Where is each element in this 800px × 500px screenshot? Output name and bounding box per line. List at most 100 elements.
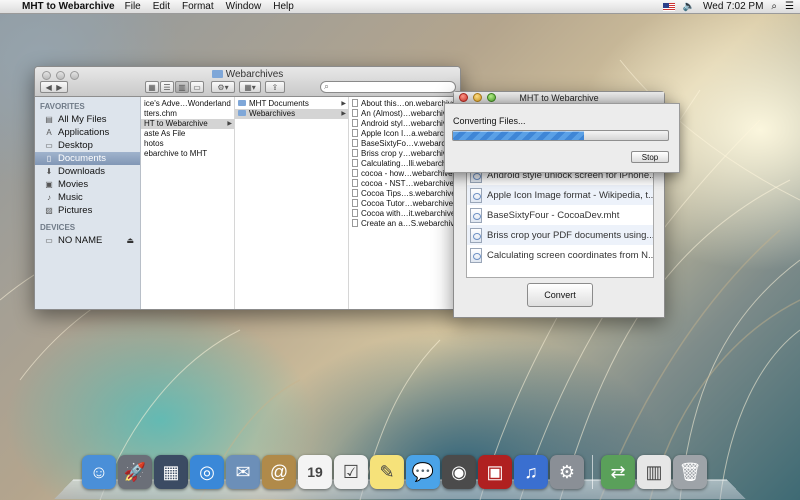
sidebar-item-music[interactable]: ♪ Music xyxy=(35,191,140,204)
dock-mht-to-webarchive-icon[interactable]: ⇄ xyxy=(601,455,635,489)
sidebar-item-no-name[interactable]: ▭ NO NAME ⏏ xyxy=(35,234,140,247)
menu-clock[interactable]: Wed 7:02 PM xyxy=(703,1,763,12)
sidebar-item-applications[interactable]: A Applications xyxy=(35,126,140,139)
table-row[interactable]: Calculating screen coordinates from N... xyxy=(467,245,653,265)
sidebar-item-pictures[interactable]: ▨ Pictures xyxy=(35,204,140,217)
coverflow-view-icon: ▭ xyxy=(193,82,201,92)
applications-icon: A xyxy=(46,128,52,137)
dock-safari-icon[interactable]: ◎ xyxy=(190,455,224,489)
finder-titlebar[interactable]: Webarchives ◀ ▶ ▦ ☰ ▥ ▭ ⚙▾ ▦▾ ⇪ xyxy=(35,67,460,97)
finder-search-input[interactable] xyxy=(320,81,456,93)
list-item[interactable]: cocoa - NST…webarchive xyxy=(349,179,460,189)
dock-launchpad-icon[interactable]: 🚀 xyxy=(118,455,152,489)
gear-icon: ⚙▾ xyxy=(217,82,229,92)
back-arrow-icon[interactable]: ◀ xyxy=(46,83,52,92)
menu-edit[interactable]: Edit xyxy=(153,1,170,12)
devices-header: DEVICES xyxy=(40,223,76,232)
dock-archive-icon[interactable]: ▥ xyxy=(637,455,671,489)
dock-facetime-icon[interactable]: ◉ xyxy=(442,455,476,489)
webarchive-file-icon xyxy=(352,169,358,177)
disclosure-arrow-icon: ▶ xyxy=(227,121,232,127)
list-item[interactable]: aste As File xyxy=(141,129,234,139)
sidebar-item-desktop[interactable]: ▭ Desktop xyxy=(35,139,140,152)
list-item[interactable]: MHT Documents ▶ xyxy=(235,99,348,109)
back-forward-buttons[interactable]: ◀ ▶ xyxy=(40,81,68,93)
finder-column-2: MHT Documents ▶ Webarchives ▶ xyxy=(235,97,349,309)
disclosure-arrow-icon: ▶ xyxy=(341,111,346,117)
column-view-icon: ▥ xyxy=(178,82,186,92)
downloads-icon: ⬇ xyxy=(45,167,53,176)
share-icon: ⇪ xyxy=(271,82,279,92)
share-button[interactable]: ⇪ xyxy=(265,81,285,93)
menu-app-name[interactable]: MHT to Webarchive xyxy=(22,1,115,12)
list-item[interactable]: hotos xyxy=(141,139,234,149)
list-item[interactable]: ice's Adve…Wonderland xyxy=(141,99,234,109)
action-menu-button[interactable]: ⚙▾ xyxy=(211,81,235,93)
list-item[interactable]: HT to Webarchive ▶ xyxy=(141,119,234,129)
dock-itunes-icon[interactable]: ♫ xyxy=(514,455,548,489)
dock-notes-icon[interactable]: ✎ xyxy=(370,455,404,489)
stop-button[interactable]: Stop xyxy=(631,151,669,163)
list-item[interactable]: Cocoa with…it.webarchive xyxy=(349,209,460,219)
table-row[interactable]: BaseSixtyFour - CocoaDev.mht xyxy=(467,205,653,225)
webarchive-file-icon xyxy=(352,199,358,207)
menu-file[interactable]: File xyxy=(125,1,141,12)
spotlight-icon[interactable]: ⌕ xyxy=(771,1,777,12)
dock-trash-icon[interactable]: 🗑 xyxy=(673,455,707,489)
sidebar-item-documents[interactable]: ▯ Documents xyxy=(35,152,140,165)
disk-icon: ▭ xyxy=(45,236,53,245)
documents-icon: ▯ xyxy=(46,154,52,163)
arrange-icon: ▦▾ xyxy=(244,82,256,92)
favorites-header: FAVORITES xyxy=(40,102,85,111)
sidebar-item-all-my-files[interactable]: ▤ All My Files xyxy=(35,113,140,126)
finder-window: Webarchives ◀ ▶ ▦ ☰ ▥ ▭ ⚙▾ ▦▾ ⇪ FAVORITE… xyxy=(34,66,461,310)
list-item[interactable]: tters.chm xyxy=(141,109,234,119)
mht-file-list[interactable]: Android style unlock screen for iPhone..… xyxy=(466,164,654,278)
view-column-button[interactable]: ▥ xyxy=(175,81,189,93)
dock-mission-control-icon[interactable]: ▦ xyxy=(154,455,188,489)
dock-finder-icon[interactable]: ☺ xyxy=(82,455,116,489)
forward-arrow-icon[interactable]: ▶ xyxy=(56,83,62,92)
dock-reminders-icon[interactable]: ☑ xyxy=(334,455,368,489)
view-list-button[interactable]: ☰ xyxy=(160,81,174,93)
list-item[interactable]: Webarchives ▶ xyxy=(235,109,348,119)
dock-system-preferences-icon[interactable]: ⚙ xyxy=(550,455,584,489)
list-item[interactable]: Create an a…S.webarchive xyxy=(349,219,460,229)
dock-contacts-icon[interactable]: @ xyxy=(262,455,296,489)
webarchive-file-icon xyxy=(352,149,358,157)
view-coverflow-button[interactable]: ▭ xyxy=(190,81,204,93)
webarchive-file-icon xyxy=(352,99,358,107)
convert-button[interactable]: Convert xyxy=(527,283,593,307)
eject-icon[interactable]: ⏏ xyxy=(126,236,134,245)
sidebar-item-downloads[interactable]: ⬇ Downloads xyxy=(35,165,140,178)
movies-icon: ▣ xyxy=(45,180,53,189)
table-row[interactable]: Apple Icon Image format - Wikipedia, t..… xyxy=(467,185,653,205)
list-item[interactable]: Cocoa Tutor…webarchive xyxy=(349,199,460,209)
arrange-menu-button[interactable]: ▦▾ xyxy=(239,81,261,93)
webarchive-file-icon xyxy=(352,159,358,167)
folder-icon xyxy=(238,100,246,106)
notification-list-icon[interactable]: ☰ xyxy=(785,1,794,12)
menu-help[interactable]: Help xyxy=(273,1,294,12)
dock-messages-icon[interactable]: 💬 xyxy=(406,455,440,489)
icon-view-icon: ▦ xyxy=(148,82,156,92)
webarchive-file-icon xyxy=(352,189,358,197)
finder-sidebar: FAVORITES ▤ All My Files A Applications ▭ D… xyxy=(35,97,141,309)
list-item[interactable]: Cocoa Tips…s.webarchive xyxy=(349,189,460,199)
mht-file-icon xyxy=(470,247,482,263)
progress-bar-fill xyxy=(453,131,585,140)
menu-window[interactable]: Window xyxy=(226,1,262,12)
menu-format[interactable]: Format xyxy=(182,1,214,12)
table-row[interactable]: Briss crop your PDF documents using... xyxy=(467,225,653,245)
list-item[interactable]: ebarchive to MHT xyxy=(141,149,234,159)
dock-calendar-icon[interactable]: 19 xyxy=(298,455,332,489)
view-icon-button[interactable]: ▦ xyxy=(145,81,159,93)
sidebar-item-movies[interactable]: ▣ Movies xyxy=(35,178,140,191)
input-source-flag-icon[interactable] xyxy=(662,2,675,11)
mht-file-icon xyxy=(470,207,482,223)
volume-icon[interactable]: 🔈 xyxy=(683,1,695,12)
mht-file-icon xyxy=(470,187,482,203)
music-icon: ♪ xyxy=(47,193,51,202)
dock-mail-icon[interactable]: ✉ xyxy=(226,455,260,489)
dock-photo-booth-icon[interactable]: ▣ xyxy=(478,455,512,489)
